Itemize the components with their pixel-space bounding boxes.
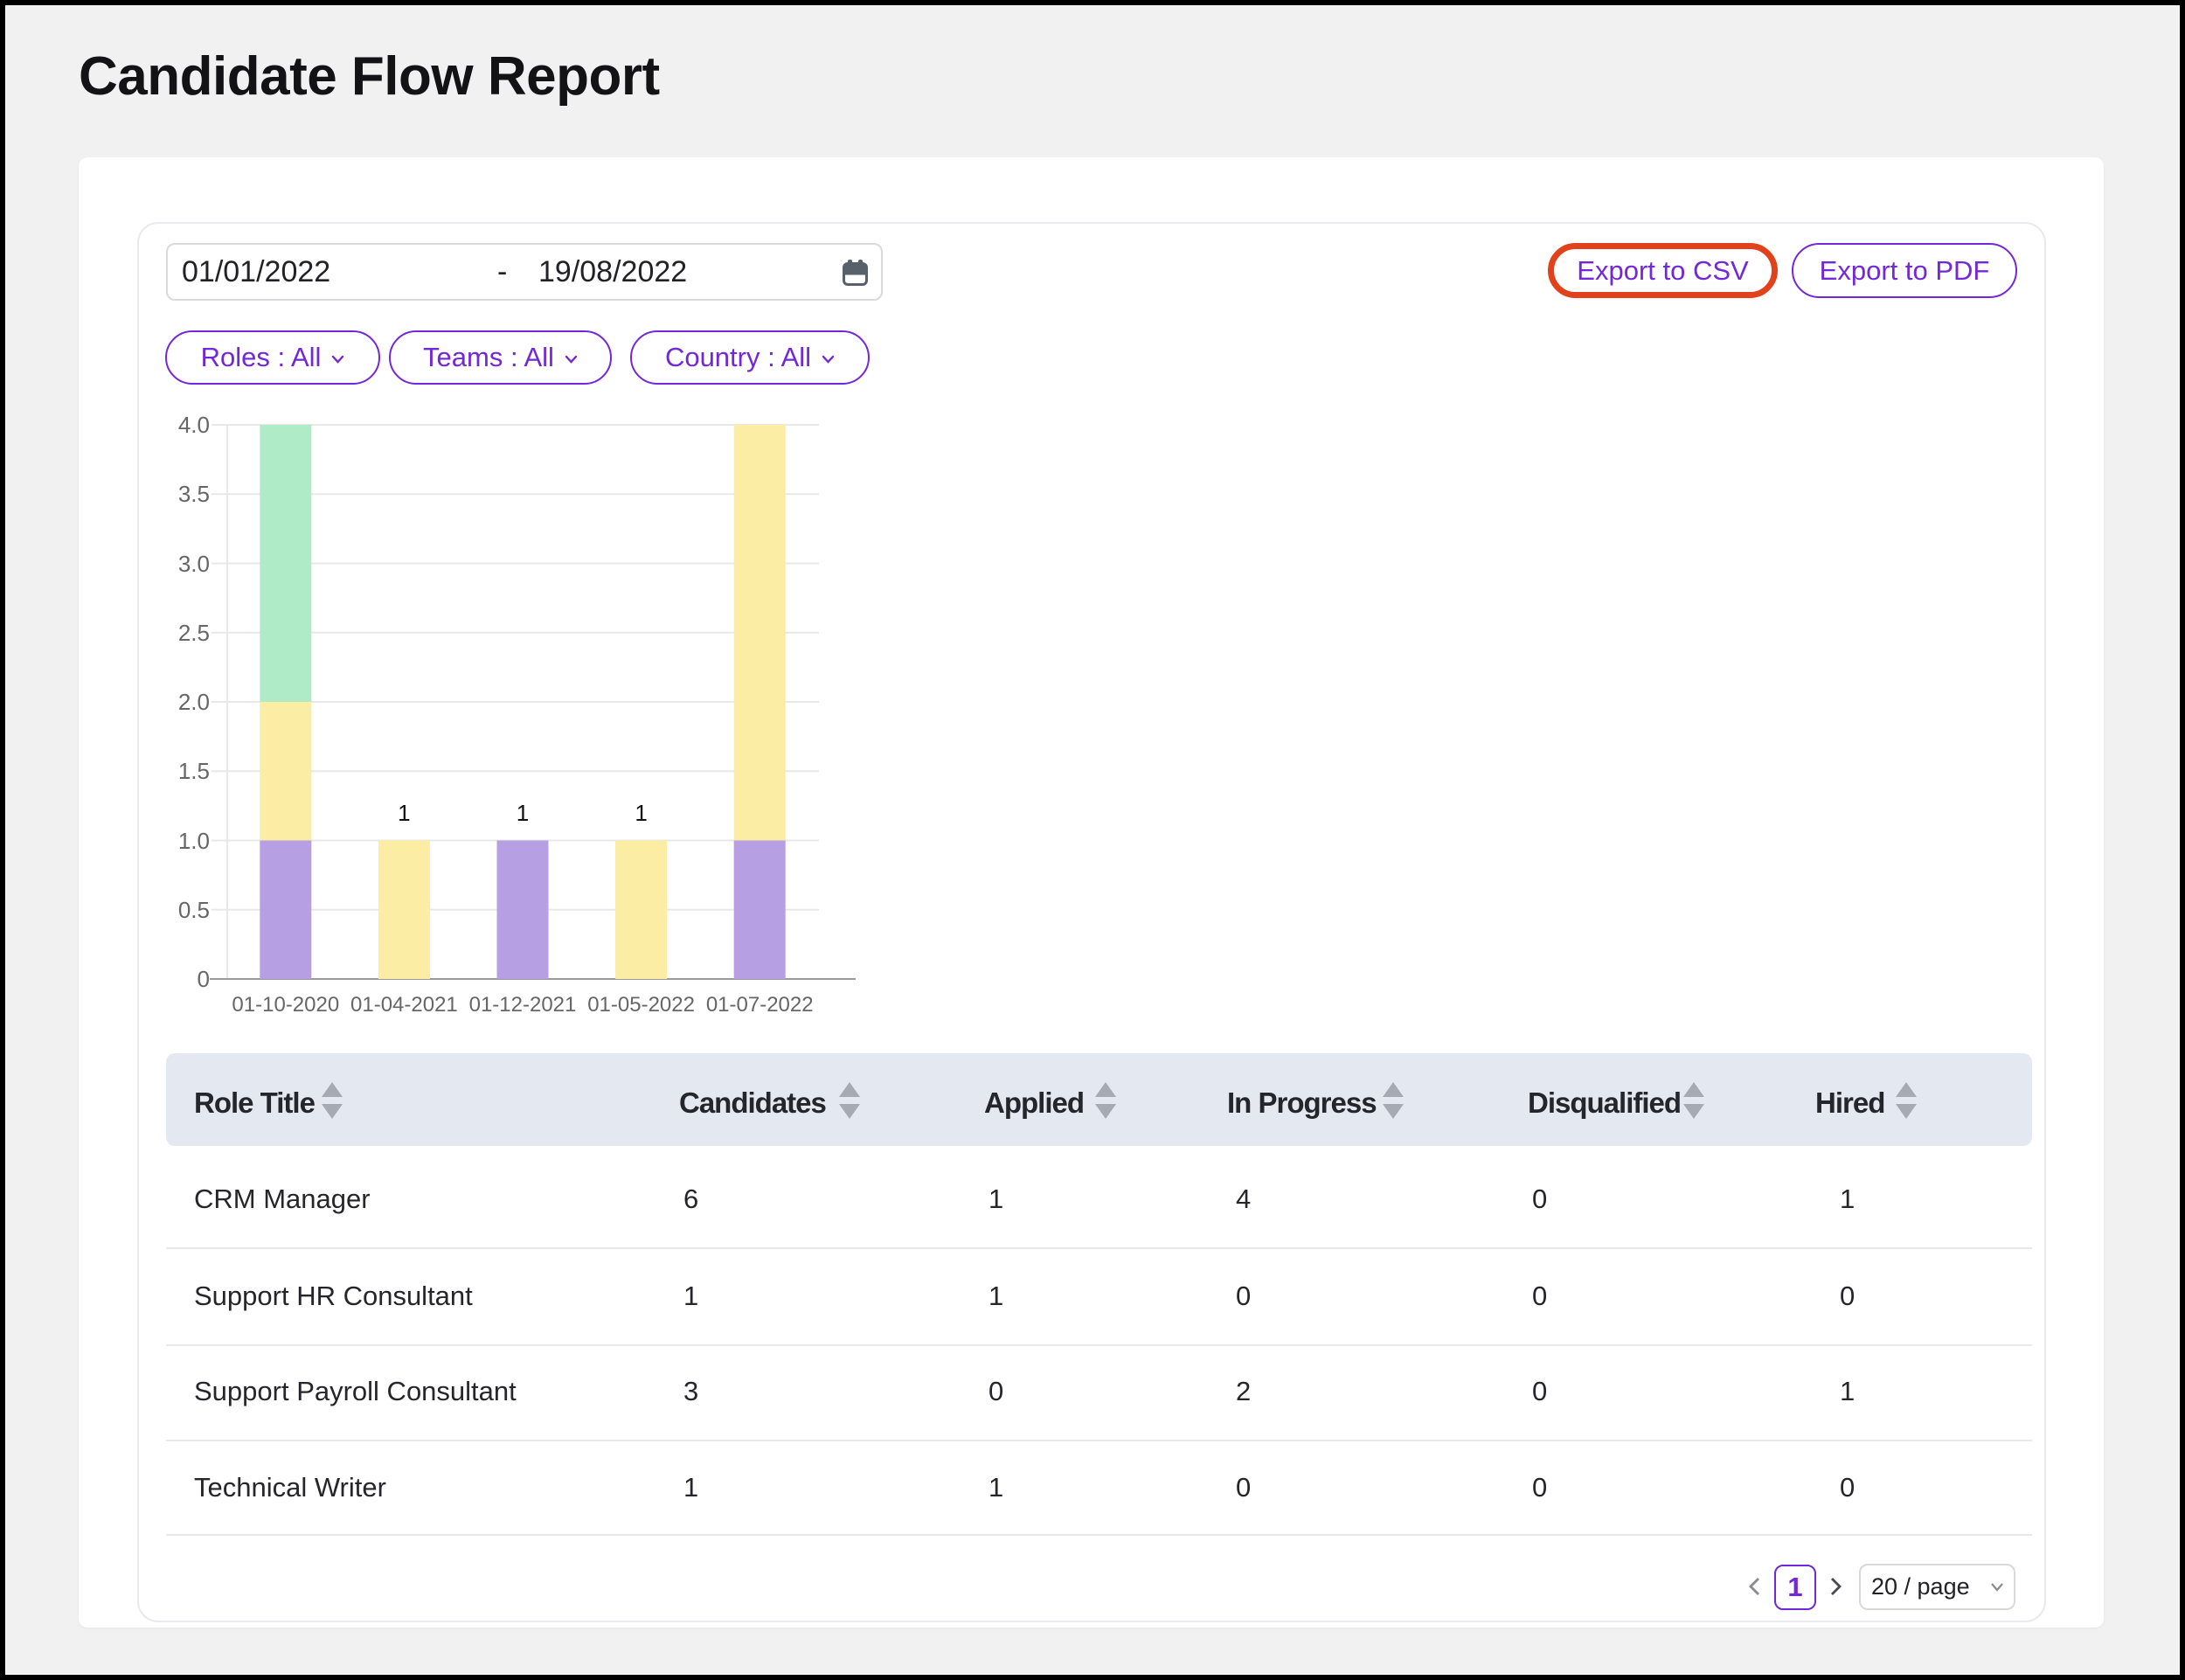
svg-text:01-10-2020: 01-10-2020: [232, 993, 339, 1017]
svg-text:01-05-2022: 01-05-2022: [587, 993, 695, 1017]
svg-text:2.5: 2.5: [178, 620, 210, 646]
svg-text:01-12-2021: 01-12-2021: [469, 993, 577, 1017]
svg-text:3.5: 3.5: [178, 481, 210, 507]
svg-text:1: 1: [635, 800, 647, 826]
svg-text:1.5: 1.5: [178, 758, 210, 784]
svg-text:0: 0: [198, 966, 210, 992]
svg-text:01-04-2021: 01-04-2021: [350, 993, 458, 1017]
svg-text:2.0: 2.0: [178, 689, 210, 715]
svg-text:1: 1: [398, 800, 410, 826]
svg-text:1.0: 1.0: [178, 828, 210, 854]
svg-text:4.0: 4.0: [178, 412, 210, 438]
svg-text:3.0: 3.0: [178, 551, 210, 577]
svg-text:1: 1: [517, 800, 529, 826]
svg-text:0.5: 0.5: [178, 897, 210, 923]
svg-text:01-07-2022: 01-07-2022: [706, 993, 814, 1017]
